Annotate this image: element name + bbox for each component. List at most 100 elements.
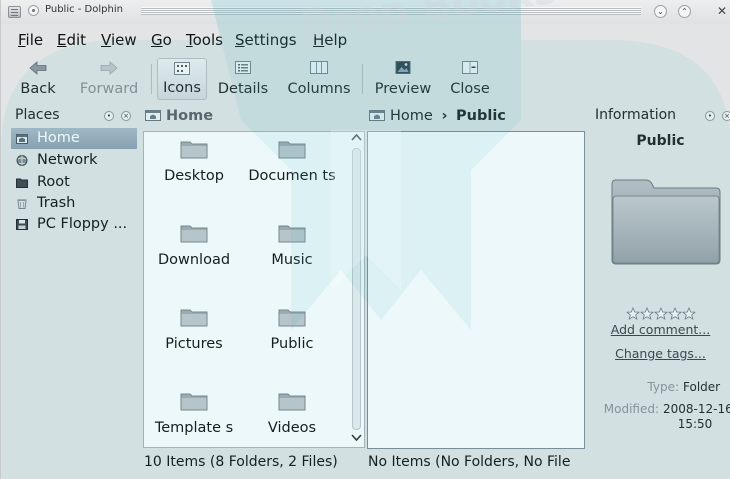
places-close-button[interactable]: × <box>121 111 131 121</box>
menu-help[interactable]: Help <box>313 31 347 49</box>
menu-edit[interactable]: Edit <box>57 31 86 49</box>
folder-preview-icon <box>611 179 721 265</box>
floppy-icon <box>16 219 28 230</box>
breadcrumb-separator: › <box>441 108 448 124</box>
menu-file[interactable]: File <box>18 31 43 49</box>
info-float-button[interactable]: • <box>705 111 715 121</box>
title-bar[interactable]: Public - Dolphin ⌄ ⌃ ✕ <box>1 0 730 24</box>
modified-date: 2008-12-16 <box>663 402 730 416</box>
folder-icon <box>180 309 208 327</box>
left-location-bar[interactable]: Home <box>145 108 213 124</box>
menu-settings[interactable]: Settings <box>235 31 297 49</box>
folder-label: Desktop <box>164 168 224 184</box>
scroll-up-icon[interactable] <box>351 133 362 141</box>
info-close-button[interactable]: × <box>722 111 730 121</box>
menu-go-label: o <box>162 31 172 49</box>
menu-help-mnemonic: H <box>313 31 325 49</box>
folder-icon <box>278 141 306 159</box>
folder-label: Pictures <box>165 336 223 352</box>
left-location-label: Home <box>166 108 214 124</box>
place-root[interactable]: Root <box>11 172 137 193</box>
preview-icon <box>395 61 411 74</box>
details-view-button[interactable]: Details <box>211 58 275 100</box>
columns-view-icon <box>310 61 328 74</box>
menu-settings-mnemonic: S <box>235 31 245 49</box>
folder-icon <box>278 309 306 327</box>
folder-item[interactable]: Template s <box>144 391 244 447</box>
home-folder-icon <box>145 110 161 121</box>
columns-view-button[interactable]: Columns <box>283 58 355 100</box>
breadcrumb-home[interactable]: Home <box>390 108 433 124</box>
maximize-button[interactable]: ⌃ <box>678 5 691 18</box>
home-folder-icon <box>369 110 385 121</box>
menu-view-label: iew <box>110 31 137 49</box>
back-button[interactable]: Back <box>9 58 67 100</box>
icons-view-icon <box>174 62 190 75</box>
places-panel: Places • × Home Network Root Trash PC Fl… <box>11 107 137 467</box>
folder-icon <box>278 225 306 243</box>
place-trash-label: Trash <box>37 195 76 211</box>
folder-label: Music <box>271 252 313 268</box>
menu-tools-label: ools <box>192 31 223 49</box>
public-icons-view[interactable] <box>367 131 585 449</box>
place-floppy-label: PC Floppy ... <box>37 216 128 232</box>
left-view-scrollbar[interactable] <box>349 130 364 447</box>
dolphin-window: Public - Dolphin ⌄ ⌃ ✕ File Edit View Go… <box>0 0 730 479</box>
window-menu-icon[interactable] <box>8 6 21 18</box>
menu-tools[interactable]: Tools <box>186 31 223 49</box>
right-breadcrumb[interactable]: Home › Public <box>369 108 506 124</box>
type-value: Folder <box>683 380 721 394</box>
menu-go[interactable]: Go <box>151 31 172 49</box>
place-trash[interactable]: Trash <box>11 193 137 214</box>
forward-label: Forward <box>79 81 139 97</box>
modified-time: 15:50 <box>677 417 713 431</box>
menu-edit-label: dit <box>66 31 87 49</box>
info-item-name: Public <box>636 133 685 149</box>
menu-help-label: elp <box>324 31 348 49</box>
folder-icon <box>180 141 208 159</box>
menu-view-mnemonic: V <box>101 31 111 49</box>
folder-icon <box>180 393 208 411</box>
split-close-button[interactable]: Close <box>443 58 497 100</box>
toolbar-separator <box>362 64 363 94</box>
places-title: Places <box>15 107 60 123</box>
split-view-icon <box>462 61 478 74</box>
folder-icon <box>180 225 208 243</box>
menu-view[interactable]: View <box>101 31 137 49</box>
globe-icon <box>16 155 28 166</box>
menu-file-mnemonic: F <box>18 31 26 49</box>
close-window-button[interactable]: ✕ <box>717 5 727 18</box>
change-tags-link[interactable]: Change tags... <box>590 346 730 361</box>
toolbar-separator <box>151 64 152 94</box>
minimize-button[interactable]: ⌄ <box>654 5 667 18</box>
scrollbar-thumb[interactable] <box>352 148 361 430</box>
trash-icon <box>17 199 27 209</box>
sticky-pin-icon[interactable] <box>28 5 39 16</box>
folder-label: Template s <box>154 420 234 436</box>
back-label: Back <box>20 81 56 97</box>
forward-arrow-icon <box>100 61 118 75</box>
breadcrumb-current: Public <box>456 108 506 124</box>
home-icons-view[interactable]: Desktop Documen ts Download Music Pictur… <box>143 131 365 448</box>
window-title: Public - Dolphin <box>45 4 123 15</box>
place-network[interactable]: Network <box>11 150 137 171</box>
information-title: Information <box>595 107 677 123</box>
preview-button[interactable]: Preview <box>369 58 437 100</box>
split-close-label: Close <box>450 81 490 97</box>
add-comment-link[interactable]: Add comment... <box>590 322 730 337</box>
modified-label: Modified: <box>603 402 659 416</box>
place-root-label: Root <box>37 174 70 190</box>
scroll-down-icon[interactable] <box>351 434 362 442</box>
menu-settings-label: ettings <box>244 31 297 49</box>
places-float-button[interactable]: • <box>104 111 114 121</box>
menu-file-label: ile <box>25 31 44 49</box>
menu-go-mnemonic: G <box>151 31 163 49</box>
left-status-bar: 10 Items (8 Folders, 2 Files) <box>144 454 338 470</box>
columns-view-label: Columns <box>287 81 351 97</box>
place-floppy[interactable]: PC Floppy ... <box>11 214 137 235</box>
menu-tools-mnemonic: T <box>186 31 193 49</box>
rating-stars-icon[interactable] <box>625 306 696 320</box>
forward-button[interactable]: Forward <box>75 58 143 100</box>
icons-view-button[interactable]: Icons <box>157 58 207 100</box>
place-home[interactable]: Home <box>11 128 137 149</box>
